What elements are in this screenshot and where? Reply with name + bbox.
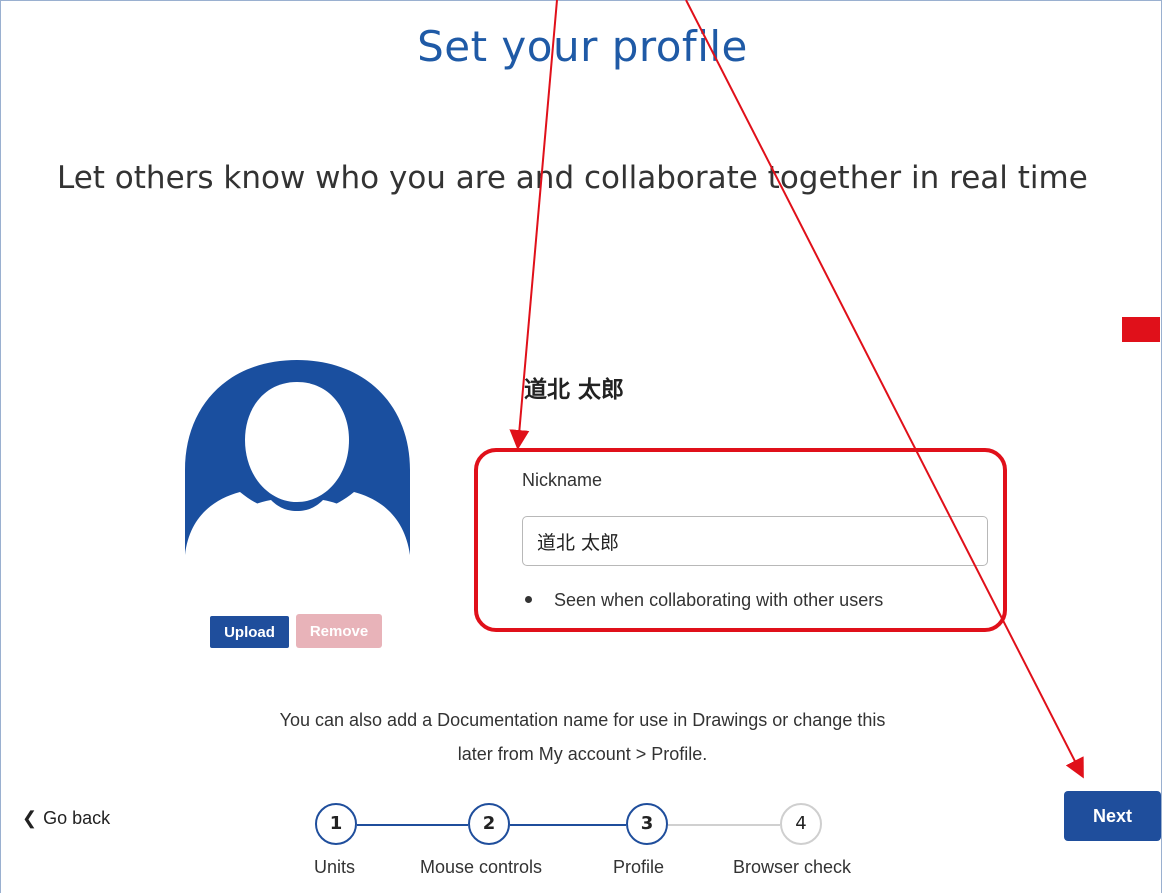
go-back-link[interactable]: ❮ Go back [22, 808, 110, 829]
page-title: Set your profile [417, 22, 748, 71]
step-3-circle[interactable]: 3 [626, 803, 668, 845]
user-avatar-icon [185, 360, 410, 555]
nickname-label: Nickname [522, 470, 603, 490]
upload-button[interactable]: Upload [210, 616, 289, 648]
bullet-icon [525, 596, 532, 604]
info-line-1: You can also add a Documentation name fo… [279, 710, 886, 730]
remove-button[interactable]: Remove [296, 614, 382, 648]
info-line-2: later from My account > Profile. [457, 744, 708, 764]
step-2-circle[interactable]: 2 [468, 803, 510, 845]
user-display-name: 道北 太郎 [524, 377, 625, 403]
step-4-circle[interactable]: 4 [780, 803, 822, 845]
documentation-info: You can also add a Documentation name fo… [0, 703, 1165, 771]
next-button[interactable]: Next [1064, 791, 1161, 841]
nickname-input[interactable] [522, 516, 988, 566]
chevron-left-icon: ❮ [22, 808, 38, 828]
nickname-hint-text: Seen when collaborating with other users [554, 590, 884, 610]
step-1-circle[interactable]: 1 [315, 803, 357, 845]
go-back-label: Go back [43, 808, 111, 828]
page-subtitle: Let others know who you are and collabor… [57, 160, 1088, 196]
nickname-hint: Seen when collaborating with other users [521, 590, 883, 611]
annotation-marker [1122, 317, 1160, 342]
